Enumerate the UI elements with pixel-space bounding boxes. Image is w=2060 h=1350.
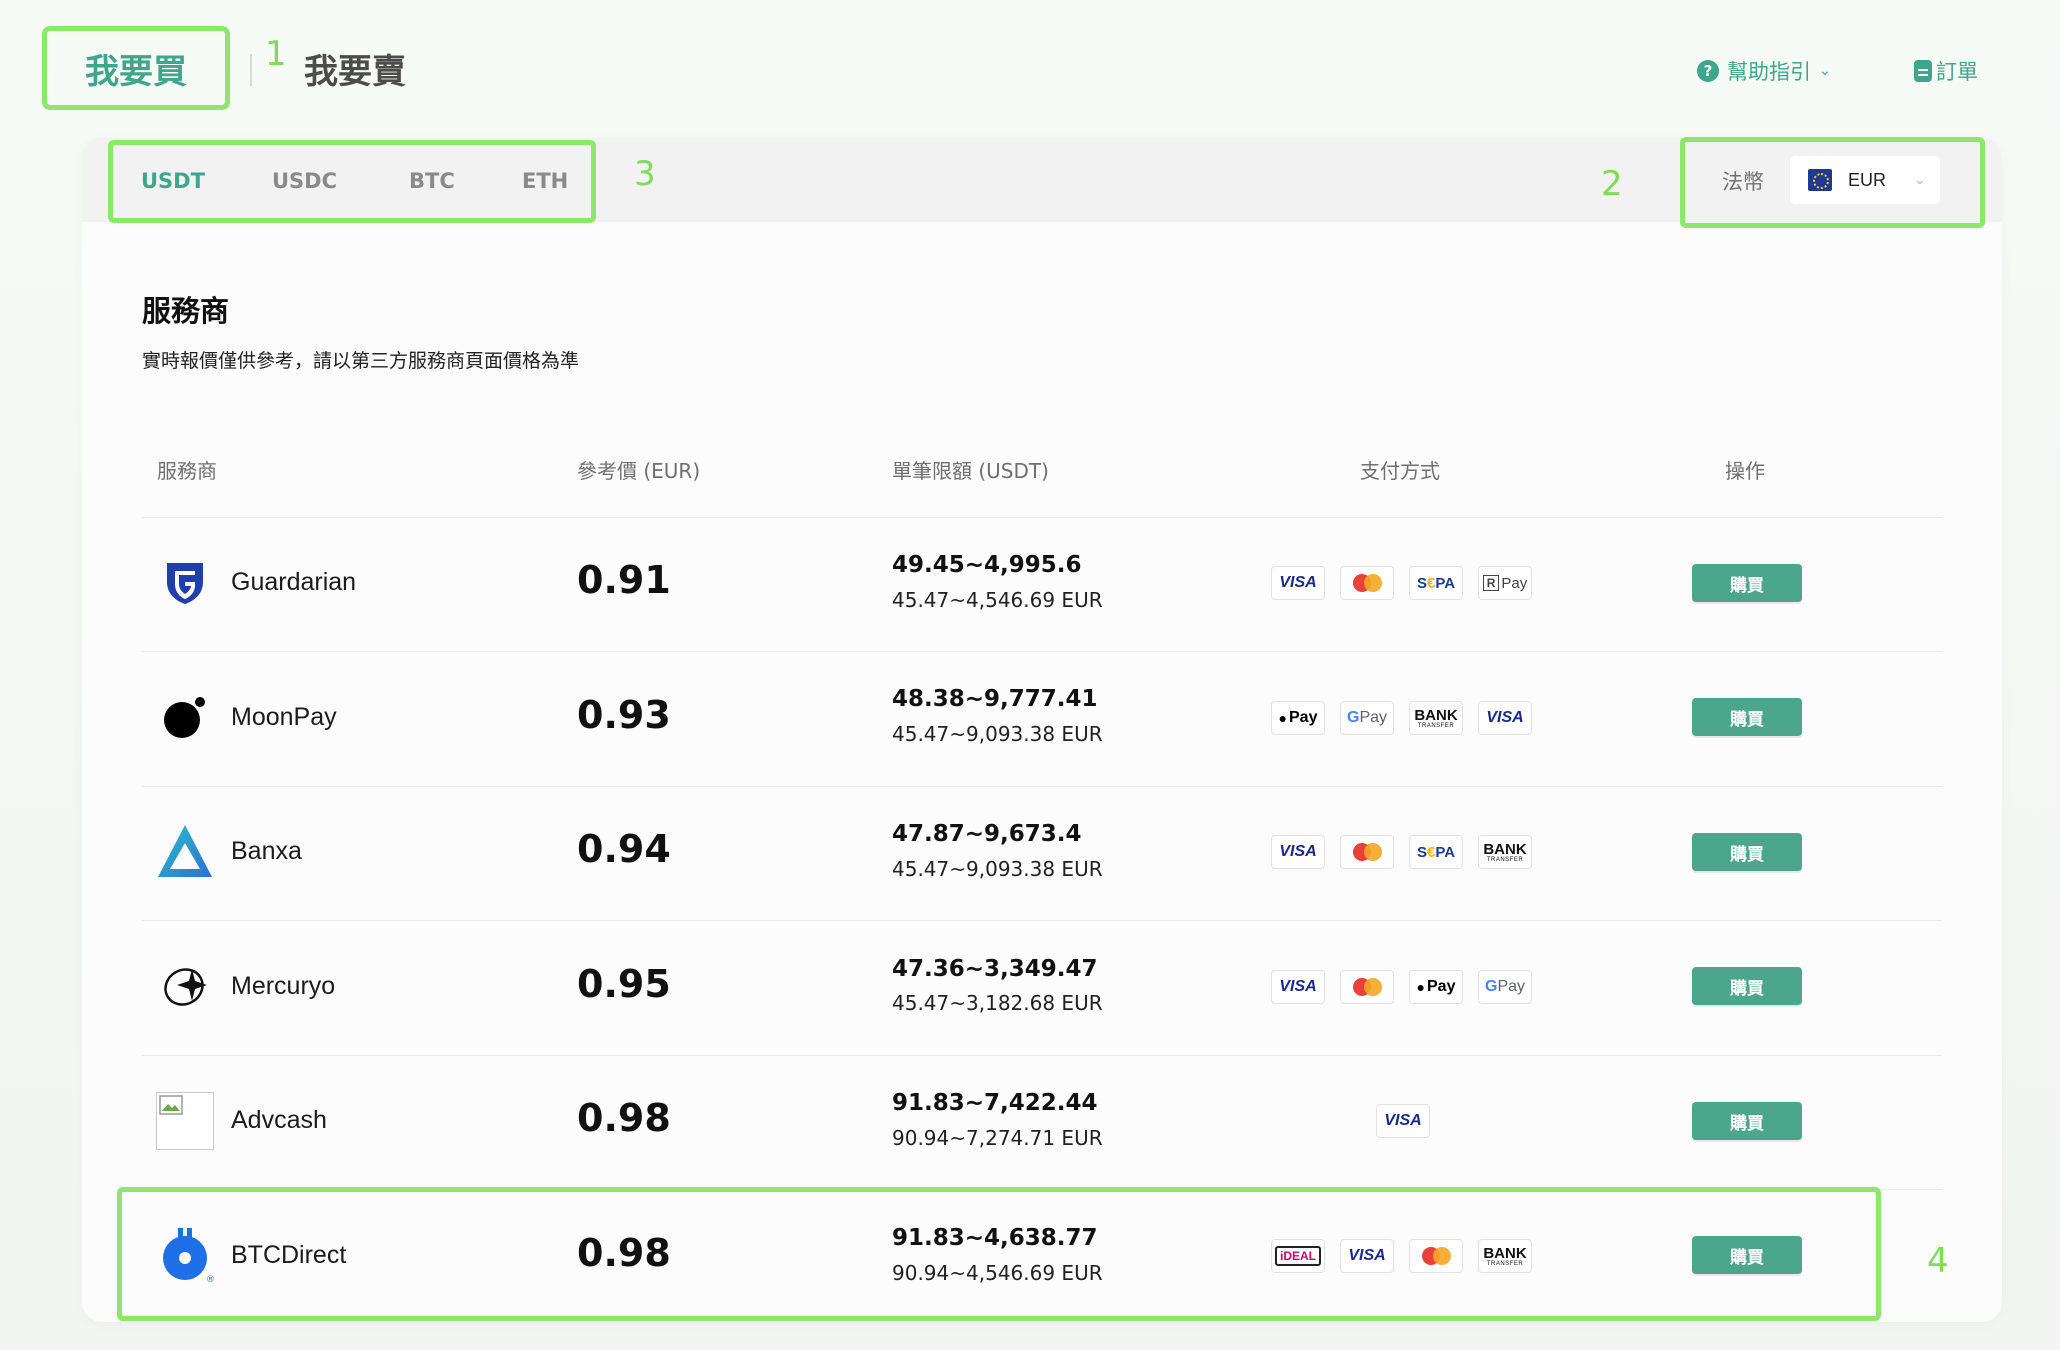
row-divider	[142, 786, 1942, 787]
limit-usdt: 49.45~4,995.6	[892, 552, 1082, 578]
limit-eur: 45.47~9,093.38 EUR	[892, 722, 1103, 746]
revolut-pay-icon: R Pay	[1478, 566, 1532, 600]
visa-icon: VISA	[1271, 566, 1325, 600]
sepa-icon: S € PA	[1409, 566, 1463, 600]
guardarian-logo-icon	[156, 554, 214, 612]
orders-button[interactable]: 訂單	[1914, 56, 1978, 86]
buy-button[interactable]: 購買	[1692, 1102, 1802, 1140]
visa-icon: VISA	[1271, 835, 1325, 869]
moonpay-logo-icon	[156, 688, 214, 746]
buy-button[interactable]: 購買	[1692, 564, 1802, 602]
col-header-payment: 支付方式	[1360, 459, 1440, 483]
reference-price: 0.91	[577, 558, 671, 602]
col-header-limit: 單筆限額 (USDT)	[892, 459, 1049, 483]
apple-pay-icon: ● Pay	[1271, 701, 1325, 735]
mastercard-icon	[1340, 566, 1394, 600]
visa-icon: VISA	[1271, 970, 1325, 1004]
banxa-logo-icon	[156, 822, 214, 880]
visa-icon: VISA	[1376, 1104, 1430, 1138]
annotation-3: 3	[634, 154, 656, 194]
google-pay-icon: G Pay	[1478, 970, 1532, 1004]
buy-button[interactable]: 購買	[1692, 967, 1802, 1005]
coin-tabs: USDT USDC BTC ETH	[108, 140, 596, 223]
advcash-logo-icon	[156, 1092, 214, 1150]
provider-name: Mercuryo	[231, 972, 336, 1000]
tab-usdt[interactable]: USDT	[141, 169, 205, 193]
tab-buy[interactable]: 我要買	[42, 26, 230, 110]
section-title: 服務商	[142, 294, 230, 328]
limit-usdt: 47.87~9,673.4	[892, 821, 1082, 847]
reference-price: 0.94	[577, 827, 671, 871]
chevron-down-icon: ⌄	[1819, 63, 1831, 79]
annotation-1: 1	[265, 34, 287, 74]
tab-btc[interactable]: BTC	[409, 169, 455, 193]
provider-name: MoonPay	[231, 703, 337, 731]
orders-label: 訂單	[1936, 60, 1978, 84]
chevron-down-icon: ⌄	[1914, 172, 1926, 188]
tab-usdc[interactable]: USDC	[272, 169, 337, 193]
row-divider	[142, 651, 1942, 652]
bank-transfer-icon: BANK TRANSFER	[1478, 835, 1532, 869]
mercuryo-logo-icon	[156, 957, 214, 1015]
provider-name: Advcash	[231, 1106, 327, 1134]
row-divider	[142, 1055, 1942, 1056]
fiat-label: 法幣	[1722, 170, 1764, 194]
reference-price: 0.98	[577, 1096, 671, 1140]
tab-sell[interactable]: 我要賣	[304, 44, 406, 93]
limit-eur: 45.47~9,093.38 EUR	[892, 857, 1103, 881]
annotation-4: 4	[1927, 1241, 1949, 1281]
col-header-action: 操作	[1725, 459, 1765, 483]
annotation-2: 2	[1601, 164, 1623, 204]
section-subtitle: 實時報價僅供參考，請以第三方服務商頁面價格為準	[142, 350, 580, 372]
reference-price: 0.95	[577, 962, 671, 1006]
limit-usdt: 47.36~3,349.47	[892, 956, 1098, 982]
visa-icon: VISA	[1478, 701, 1532, 735]
limit-eur: 90.94~7,274.71 EUR	[892, 1126, 1103, 1150]
limit-eur: 45.47~3,182.68 EUR	[892, 991, 1103, 1015]
help-icon: ?	[1697, 60, 1719, 82]
sepa-icon: S € PA	[1409, 835, 1463, 869]
eu-flag-icon	[1808, 169, 1832, 191]
help-guide-label: 幫助指引	[1727, 60, 1811, 84]
help-guide-button[interactable]: ? 幫助指引 ⌄	[1697, 56, 1831, 86]
limit-eur: 45.47~4,546.69 EUR	[892, 588, 1103, 612]
col-header-price: 參考價 (EUR)	[577, 459, 701, 483]
limit-usdt: 48.38~9,777.41	[892, 686, 1098, 712]
fiat-code: EUR	[1848, 169, 1887, 190]
mastercard-icon	[1340, 970, 1394, 1004]
reference-price: 0.93	[577, 693, 671, 737]
buy-button[interactable]: 購買	[1692, 698, 1802, 736]
limit-usdt: 91.83~7,422.44	[892, 1090, 1098, 1116]
google-pay-icon: G Pay	[1340, 701, 1394, 735]
order-document-icon	[1914, 60, 1932, 82]
highlighted-row-annotation	[117, 1187, 1881, 1321]
provider-name: Banxa	[231, 837, 302, 865]
row-divider	[142, 517, 1942, 518]
provider-name: Guardarian	[231, 568, 357, 596]
tab-divider	[250, 54, 252, 86]
fiat-select[interactable]: EUR ⌄	[1790, 156, 1940, 204]
row-divider	[142, 920, 1942, 921]
bank-transfer-icon: BANK TRANSFER	[1409, 701, 1463, 735]
buy-button[interactable]: 購買	[1692, 833, 1802, 871]
tab-eth[interactable]: ETH	[522, 169, 568, 193]
col-header-provider: 服務商	[157, 459, 217, 483]
mastercard-icon	[1340, 835, 1394, 869]
apple-pay-icon: ● Pay	[1409, 970, 1463, 1004]
